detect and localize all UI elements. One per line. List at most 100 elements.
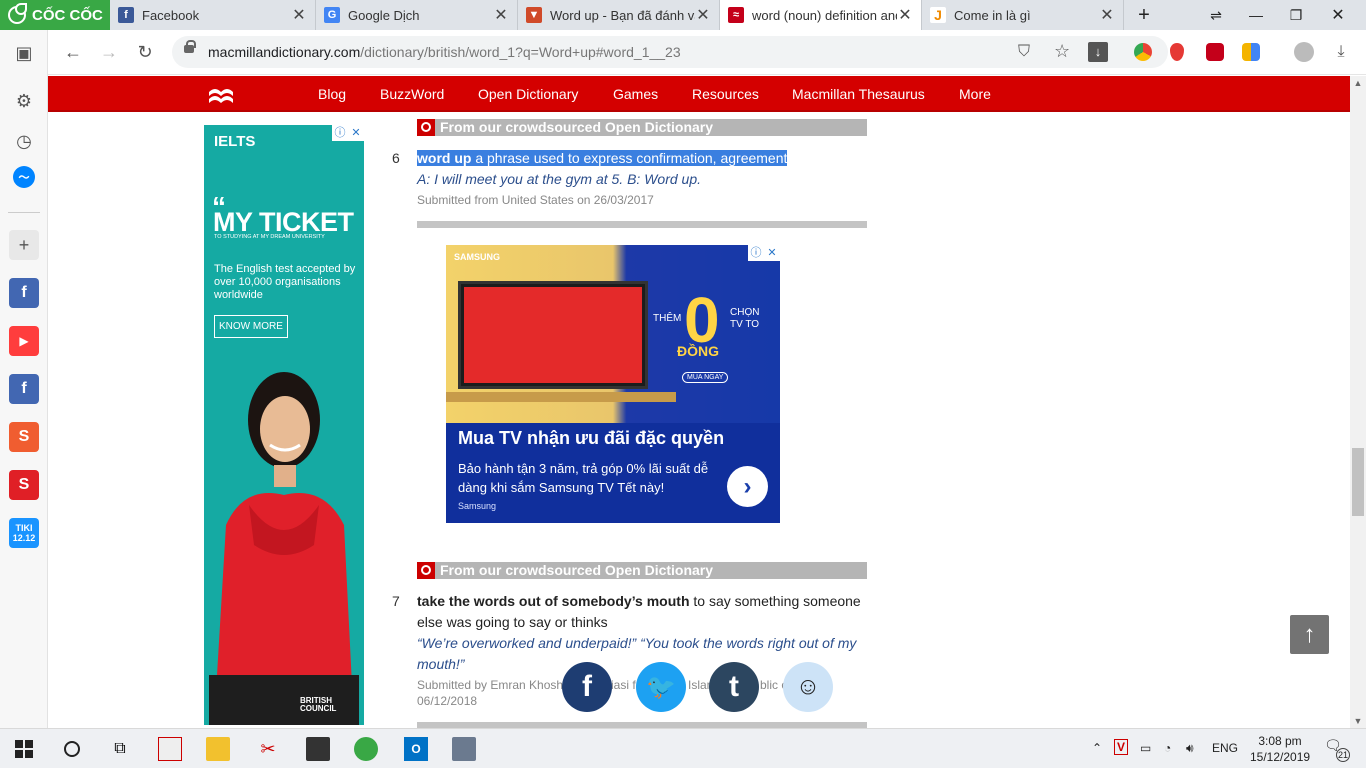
windows-start-icon[interactable] xyxy=(12,737,36,761)
task-view-icon[interactable]: ⧉ xyxy=(108,737,132,761)
ad-headline: Mua TV nhận ưu đãi đặc quyền xyxy=(458,428,725,448)
tv-stand-image xyxy=(446,392,676,402)
adblock-shield-icon[interactable] xyxy=(1170,43,1184,61)
tab-bar: CỐC CỐC f Facebook ✕ G Google Dịch ✕ ▼ W… xyxy=(0,0,1366,30)
forward-arrow-icon[interactable]: → xyxy=(96,39,122,65)
sidebar-toggle-icon[interactable]: ▣ xyxy=(9,38,39,68)
taskbar-app-icon-2[interactable] xyxy=(452,737,476,761)
wifi-icon[interactable]: ◔ xyxy=(1164,741,1171,755)
reddit-share-icon[interactable]: ☺ xyxy=(783,662,833,712)
close-tab-icon[interactable]: ✕ xyxy=(1099,5,1115,25)
shopee-app-icon[interactable]: S xyxy=(9,422,39,452)
colorful-extension-icon[interactable] xyxy=(1242,43,1260,61)
clock[interactable]: 3:08 pm 15/12/2019 xyxy=(1250,733,1310,765)
restore-button[interactable]: ❐ xyxy=(1276,0,1316,30)
header-text: From our crowdsourced Open Dictionary xyxy=(440,562,714,578)
ad-choices[interactable]: ⓘ ✕ xyxy=(748,245,780,261)
chrome-extension-icon[interactable] xyxy=(1134,43,1152,61)
close-tab-icon[interactable]: ✕ xyxy=(695,5,711,25)
facebook-share-icon[interactable]: f xyxy=(562,662,612,712)
profile-avatar[interactable] xyxy=(1294,42,1314,62)
ad-choices[interactable]: ⓘ ✕ xyxy=(332,125,364,141)
tumblr-share-icon[interactable]: t xyxy=(709,662,759,712)
sendo-app-icon[interactable]: S xyxy=(9,470,39,500)
coccoc-menu-button[interactable]: CỐC CỐC xyxy=(0,0,110,30)
new-tab-button[interactable]: + xyxy=(1124,0,1164,30)
add-app-icon[interactable]: + xyxy=(9,230,39,260)
chevron-up-icon[interactable]: ⌃ xyxy=(1092,741,1102,755)
page-scrollbar[interactable]: ▲ ▼ xyxy=(1350,76,1366,728)
battery-icon[interactable]: ▭ xyxy=(1140,741,1151,755)
ad-close-icon[interactable]: ✕ xyxy=(348,125,364,141)
sticky-notes-icon[interactable] xyxy=(306,737,330,761)
tab-word-up[interactable]: ▼ Word up - Bạn đã đánh văn ✕ xyxy=(518,0,720,30)
scroll-up-arrow-icon[interactable]: ▲ xyxy=(1350,78,1366,88)
samsung-logo: SAMSUNG xyxy=(454,252,501,262)
ad-close-icon[interactable]: ✕ xyxy=(764,245,780,261)
download-icon[interactable]: ↓ xyxy=(1088,42,1108,62)
taskbar-snip-icon[interactable]: ✂ xyxy=(256,737,280,761)
downloads-arrow-icon[interactable]: ⤓ xyxy=(1328,39,1354,65)
red-extension-icon[interactable] xyxy=(1206,43,1224,61)
entry-definition[interactable]: word up a phrase used to express confirm… xyxy=(417,148,788,169)
close-tab-icon[interactable]: ✕ xyxy=(291,5,307,25)
nav-more[interactable]: More xyxy=(959,86,991,102)
know-more-button[interactable]: KNOW MORE xyxy=(214,315,288,338)
samsung-ad[interactable]: SAMSUNG THÊM 0 ĐỒNG CHỌN TV TO MUA NGAY … xyxy=(446,245,780,523)
back-arrow-icon[interactable]: ← xyxy=(60,39,86,65)
nav-macmillan-thesaurus[interactable]: Macmillan Thesaurus xyxy=(792,86,925,102)
ad-info-icon[interactable]: ⓘ xyxy=(332,125,348,141)
close-window-button[interactable]: ✕ xyxy=(1318,0,1358,30)
search-circle-icon[interactable] xyxy=(60,737,84,761)
facebook-app-icon-2[interactable]: f xyxy=(9,374,39,404)
tiki-app-icon[interactable]: TIKI 12.12 xyxy=(9,518,39,548)
chevron-right-icon[interactable]: › xyxy=(727,466,768,507)
settings-gear-icon[interactable]: ⚙ xyxy=(9,86,39,116)
scroll-down-arrow-icon[interactable]: ▼ xyxy=(1350,716,1366,726)
close-tab-icon[interactable]: ✕ xyxy=(493,5,509,25)
buy-now-button[interactable]: MUA NGAY xyxy=(682,372,729,383)
oxford-icon: ▼ xyxy=(526,7,542,23)
ad-info-icon[interactable]: ⓘ xyxy=(748,245,764,261)
close-tab-icon[interactable]: ✕ xyxy=(897,5,913,25)
nav-buzzword[interactable]: BuzzWord xyxy=(380,86,444,102)
entry-definition: take the words out of somebody’s mouth t… xyxy=(417,591,861,612)
minimize-button[interactable]: — xyxy=(1236,0,1276,30)
volume-icon[interactable]: 🔊︎ xyxy=(1186,741,1194,756)
unikey-icon[interactable]: V xyxy=(1114,739,1129,755)
messenger-icon[interactable]: 〜 xyxy=(13,166,35,188)
scroll-to-top-button[interactable]: ↑ xyxy=(1290,615,1329,654)
tab-search-icon[interactable]: ⇌ xyxy=(1196,0,1236,30)
twitter-share-icon[interactable]: 🐦 xyxy=(636,662,686,712)
facebook-app-icon[interactable]: f xyxy=(9,278,39,308)
file-explorer-icon[interactable] xyxy=(206,737,230,761)
history-icon[interactable]: ◷ xyxy=(9,126,39,156)
url-field[interactable]: macmillandictionary.com/dictionary/briti… xyxy=(172,36,1168,68)
macmillan-icon: ≈ xyxy=(728,7,744,23)
nav-games[interactable]: Games xyxy=(613,86,658,102)
promo-chon-tv: CHỌN TV TO xyxy=(730,307,760,330)
taskbar-app-icon[interactable] xyxy=(158,737,182,761)
promo-them: THÊM xyxy=(653,313,682,324)
nav-open-dictionary[interactable]: Open Dictionary xyxy=(478,86,578,102)
scrollbar-thumb[interactable] xyxy=(1352,448,1364,516)
nav-resources[interactable]: Resources xyxy=(692,86,759,102)
language-indicator[interactable]: ENG xyxy=(1212,741,1238,755)
reload-icon[interactable]: ↻ xyxy=(132,39,158,65)
coccoc-taskbar-icon[interactable] xyxy=(354,737,378,761)
ad-body: Bảo hành tận 3 năm, trả góp 0% lãi suất … xyxy=(458,461,709,495)
nav-blog[interactable]: Blog xyxy=(318,86,346,102)
ad-source: Samsung xyxy=(458,501,497,511)
tab-facebook[interactable]: f Facebook ✕ xyxy=(110,0,316,30)
entry-example-line2: mouth!” xyxy=(417,656,465,672)
ielts-ad[interactable]: ⓘ ✕ IELTS “ MY TICKET TO STUDYING AT MY D… xyxy=(204,125,364,725)
tab-macmillan[interactable]: ≈ word (noun) definition and ✕ xyxy=(720,0,922,30)
british-council-logo: BRITISH COUNCIL xyxy=(300,696,337,713)
macmillan-logo-icon[interactable] xyxy=(208,84,234,104)
youtube-app-icon[interactable]: ▶ xyxy=(9,326,39,356)
outlook-icon[interactable]: O xyxy=(404,737,428,761)
tab-google-translate[interactable]: G Google Dịch ✕ xyxy=(316,0,518,30)
bookmark-star-icon[interactable]: ☆ xyxy=(1054,41,1070,62)
shield-icon[interactable]: ⛉ xyxy=(1018,43,1030,61)
tab-come-in[interactable]: J Come in là gì ✕ xyxy=(922,0,1124,30)
